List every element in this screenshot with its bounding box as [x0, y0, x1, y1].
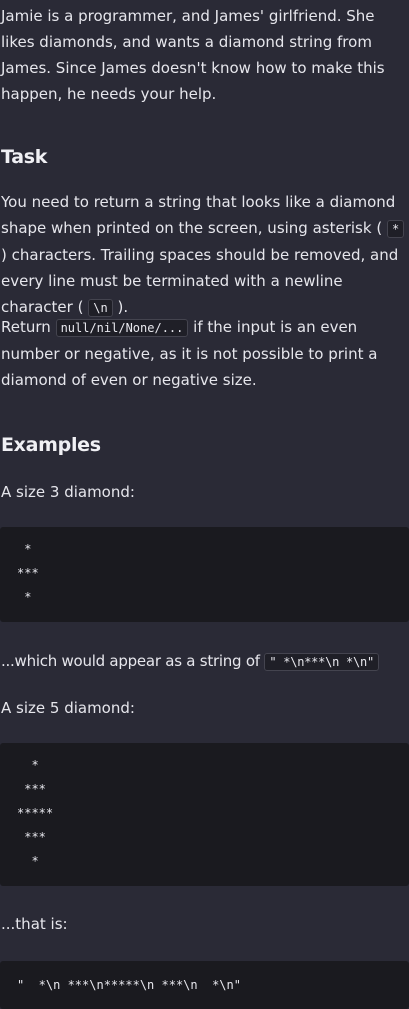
- task-paragraph-2: Return null/nil/None/... if the input is…: [0, 314, 407, 393]
- examples-heading: Examples: [1, 434, 101, 456]
- size3-diamond-codeblock: * *** *: [0, 527, 409, 622]
- size3-string-code: " *\n***\n *\n": [264, 653, 379, 671]
- size3-string-text: ...which would appear as a string of " *…: [0, 648, 409, 675]
- task-paragraph-1: You need to return a string that looks l…: [0, 189, 409, 321]
- size5-after-text: ...that is:: [1, 915, 68, 933]
- task-heading: Task: [1, 146, 48, 168]
- task-text-1a: You need to return a string that looks l…: [1, 193, 396, 237]
- task-text-2a: Return: [1, 318, 51, 336]
- asterisk-code: *: [386, 220, 405, 238]
- intro-paragraph: Jamie is a programmer, and James' girlfr…: [1, 7, 385, 103]
- size5-label: A size 5 diamond:: [1, 699, 135, 717]
- size3-after-text: ...which would appear as a string of: [1, 652, 260, 670]
- size3-label: A size 3 diamond:: [1, 483, 135, 501]
- task-text-1b: ) characters. Trailing spaces should be …: [1, 246, 399, 316]
- null-return-code: null/nil/None/...: [55, 319, 189, 337]
- size5-diamond-codeblock: * *** ***** *** *: [0, 743, 409, 886]
- size5-string-codeblock: " *\n ***\n*****\n ***\n *\n": [0, 961, 409, 1009]
